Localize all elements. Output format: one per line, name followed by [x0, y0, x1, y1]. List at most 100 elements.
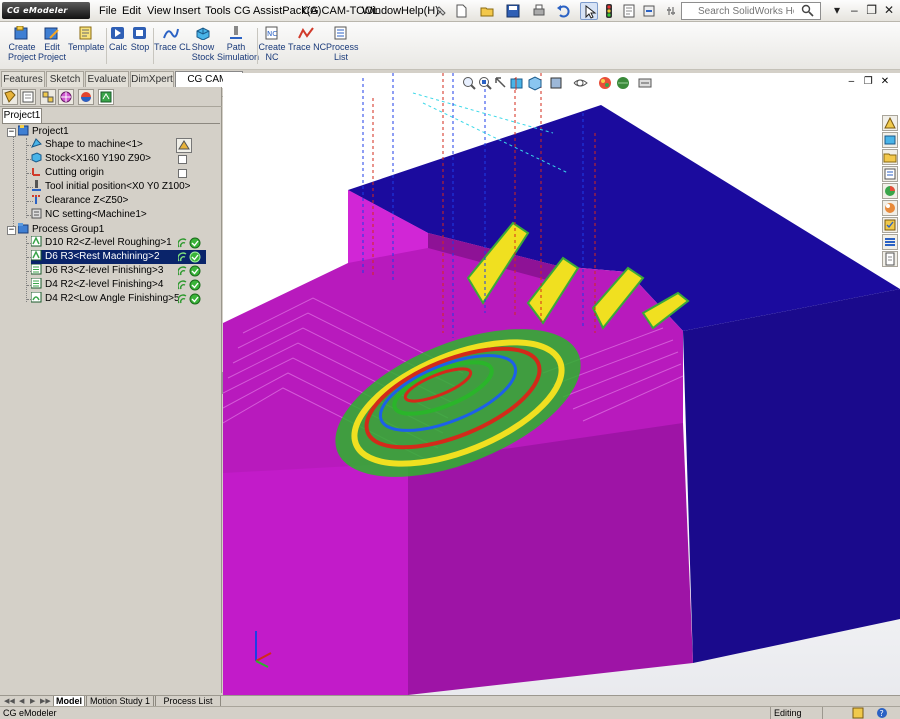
minimize-icon[interactable]: –	[847, 3, 861, 17]
rebuild-icon[interactable]	[640, 2, 658, 20]
search-input[interactable]	[682, 3, 794, 19]
stop-button[interactable]: Stop	[130, 26, 150, 52]
cam-tree: − Project1 Shape to machine<1> Stock<X16…	[2, 123, 220, 691]
property-manager-icon[interactable]	[20, 89, 36, 105]
process-group-icon	[17, 223, 29, 234]
create-nc-button[interactable]: NC Create NC	[258, 26, 286, 62]
tree-item-cutting-origin[interactable]: Cutting origin	[31, 166, 104, 180]
menu-view[interactable]: View	[147, 5, 171, 17]
restore-icon[interactable]: ❐	[865, 3, 879, 17]
project-tab[interactable]: Project1	[2, 108, 42, 123]
tree-item-shape[interactable]: Shape to machine<1>	[31, 138, 143, 152]
clearance-icon	[31, 194, 42, 205]
search-icon[interactable]	[801, 4, 814, 20]
help-status-icon[interactable]: ?	[876, 707, 888, 719]
appearances-icon[interactable]	[882, 200, 898, 216]
last-tab-arrow-icon[interactable]: ▶▶	[40, 697, 51, 705]
create-project-button[interactable]: Create Project	[6, 25, 38, 62]
task-pane-tabs	[882, 115, 898, 268]
select-pointer-icon[interactable]	[580, 2, 598, 20]
tree-process-group[interactable]: Process Group1	[17, 223, 104, 237]
open-folder-icon[interactable]	[478, 2, 496, 20]
menu-edit[interactable]: Edit	[122, 5, 141, 17]
edit-appearance-icon[interactable]	[597, 75, 613, 91]
custom-properties-icon[interactable]	[882, 217, 898, 233]
solidworks-resources-icon[interactable]	[882, 115, 898, 131]
menu-file[interactable]: File	[99, 5, 117, 17]
configuration-icon[interactable]	[40, 89, 56, 105]
pin-icon[interactable]	[432, 2, 450, 20]
trace-nc-button[interactable]: Trace NC	[288, 26, 326, 52]
tab-dimxpert[interactable]: DimXpert	[130, 71, 174, 87]
section-view-icon[interactable]	[509, 75, 525, 91]
tab-evaluate[interactable]: Evaluate	[85, 71, 129, 87]
menu-insert[interactable]: Insert	[173, 5, 201, 17]
next-tab-arrow-icon[interactable]: ▶	[30, 697, 35, 705]
tab-sketch[interactable]: Sketch	[46, 71, 84, 87]
zoom-to-fit-icon[interactable]	[461, 75, 477, 91]
graphics-area[interactable]: – ❐ ✕	[223, 73, 900, 695]
restore-doc-icon[interactable]: ❐	[861, 76, 875, 87]
apply-scene-icon[interactable]	[615, 75, 631, 91]
prev-tab-arrow-icon[interactable]: ◀	[19, 697, 24, 705]
menu-window[interactable]: Window	[362, 5, 401, 17]
save-icon[interactable]	[504, 2, 522, 20]
tree-item-clearance[interactable]: Clearance Z<Z50>	[31, 194, 128, 208]
dimxpert-icon[interactable]	[58, 89, 74, 105]
first-tab-arrow-icon[interactable]: ◀◀	[4, 697, 15, 705]
shape-icon	[31, 138, 42, 149]
feature-tree-icon[interactable]	[2, 89, 18, 105]
trace-cl-button[interactable]: Trace CL	[154, 26, 191, 52]
menu-tools[interactable]: Tools	[205, 5, 231, 17]
stop-icon	[132, 26, 148, 40]
rebuild-status-icon[interactable]	[852, 707, 864, 719]
calc-button[interactable]: Calc	[108, 26, 128, 52]
traffic-light-icon[interactable]	[600, 2, 618, 20]
panel-tab-icons	[0, 87, 222, 107]
zoom-area-icon[interactable]	[477, 75, 493, 91]
process-status-icon	[177, 279, 202, 291]
close-icon[interactable]: ✕	[882, 3, 896, 17]
search-results-icon[interactable]	[882, 166, 898, 182]
tree-process-5[interactable]: D4 R2<Low Angle Finishing>5	[30, 291, 180, 306]
new-document-icon[interactable]	[452, 2, 470, 20]
file-properties-icon[interactable]	[620, 2, 638, 20]
view-palette-icon[interactable]	[882, 183, 898, 199]
stock-visibility-checkbox[interactable]	[178, 155, 187, 164]
document-recovery-icon[interactable]	[882, 251, 898, 267]
edit-project-button[interactable]: Edit Project	[38, 26, 66, 62]
tab-features[interactable]: Features	[1, 71, 45, 87]
expand-toggle[interactable]: −	[7, 226, 16, 235]
template-button[interactable]: Template	[68, 26, 105, 52]
tree-project[interactable]: Project1	[17, 125, 69, 139]
tree-process-4[interactable]: D4 R2<Z-level Finishing>4	[30, 277, 163, 292]
tree-item-nc-setting[interactable]: NC setting<Machine1>	[31, 208, 147, 222]
print-icon[interactable]	[530, 2, 548, 20]
expand-toggle[interactable]: −	[7, 128, 16, 137]
tree-process-1[interactable]: D10 R2<Z-level Roughing>1	[30, 235, 172, 250]
hide-show-items-icon[interactable]	[573, 75, 589, 91]
select-shape-icon[interactable]	[176, 138, 192, 153]
process-list-button[interactable]: Process List	[326, 26, 359, 62]
design-library-icon[interactable]	[882, 132, 898, 148]
options-icon[interactable]	[662, 2, 680, 20]
display-style-icon[interactable]	[549, 75, 565, 91]
show-stock-button[interactable]: Show Stock	[190, 26, 216, 62]
tree-item-stock[interactable]: Stock<X160 Y190 Z90>	[31, 152, 151, 166]
close-doc-icon[interactable]: ✕	[878, 76, 892, 87]
help-arrow-icon[interactable]: ▾	[830, 3, 844, 17]
tree-item-tool-position[interactable]: Tool initial position<X0 Y0 Z100>	[31, 180, 190, 194]
display-manager-icon[interactable]	[78, 89, 94, 105]
tree-process-3[interactable]: D6 R3<Z-level Finishing>3	[30, 263, 163, 278]
view-orientation-icon[interactable]	[527, 75, 543, 91]
previous-view-icon[interactable]	[493, 75, 509, 91]
file-explorer-icon[interactable]	[882, 149, 898, 165]
view-settings-icon[interactable]	[637, 75, 653, 91]
cam-tree-icon[interactable]	[98, 89, 114, 105]
minimize-doc-icon[interactable]: –	[844, 76, 858, 87]
layers-icon[interactable]	[882, 234, 898, 250]
undo-icon[interactable]	[554, 2, 572, 20]
path-simulation-button[interactable]: Path Simulation	[217, 26, 259, 62]
origin-visibility-checkbox[interactable]	[178, 169, 187, 178]
status-units-field[interactable]	[822, 707, 846, 719]
